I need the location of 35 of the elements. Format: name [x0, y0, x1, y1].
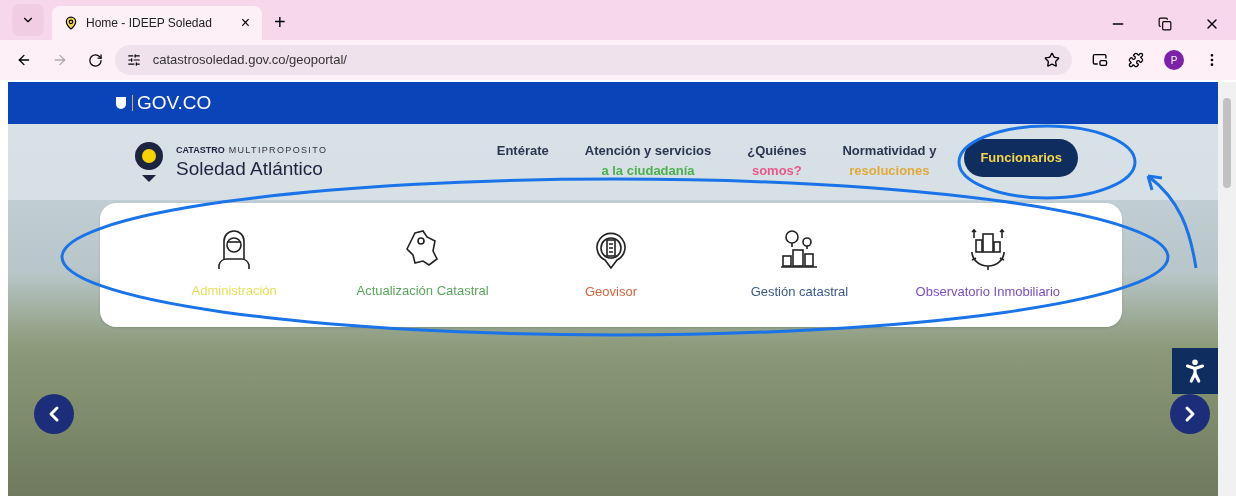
close-tab[interactable]: ×: [240, 11, 250, 35]
menu-item[interactable]: Geovisor: [516, 228, 706, 302]
nav-link[interactable]: Atención y servicios a la ciudadanía: [584, 141, 712, 181]
tab-title: Home - IDEEP Soledad: [86, 15, 213, 32]
address-bar[interactable]: catastrosoledad.gov.co/geoportal/: [114, 45, 1073, 75]
brand-bold-text: CATASTRO: [176, 146, 225, 155]
url-text: catastrosoledad.gov.co/geoportal/: [152, 51, 348, 70]
picture-in-picture-icon[interactable]: [1092, 52, 1109, 68]
reload-icon[interactable]: [87, 52, 103, 68]
pin-icon: [64, 16, 78, 30]
previous-slide-button[interactable]: [34, 394, 74, 434]
bookmark-star-icon[interactable]: [1044, 52, 1061, 68]
brand-light-text: MULTIPROPOSITO: [228, 146, 328, 155]
menu-item[interactable]: Observatorio Inmobiliario: [893, 228, 1083, 302]
site-settings-icon[interactable]: [126, 53, 141, 67]
browser-tab[interactable]: Home - IDEEP Soledad ×: [52, 6, 262, 40]
next-slide-button[interactable]: [1170, 394, 1210, 434]
scrollbar[interactable]: [1218, 82, 1236, 496]
woman-icon: [216, 229, 253, 270]
nav-link[interactable]: Normatividad y resoluciones: [842, 141, 937, 181]
profile-avatar[interactable]: P: [1164, 50, 1185, 70]
new-tab-button[interactable]: +: [274, 12, 286, 32]
location-pin-logo-icon: [134, 141, 164, 183]
nav-link[interactable]: ¿Quiénes somos?: [747, 141, 807, 181]
staff-button[interactable]: Funcionarios: [964, 139, 1078, 177]
accessibility-button[interactable]: [1172, 348, 1218, 394]
menu-item[interactable]: Gestión catastral: [705, 228, 894, 302]
back-icon[interactable]: [16, 52, 32, 68]
brand-name: Soledad Atlántico: [176, 159, 324, 178]
coat-of-arms-icon: [114, 95, 128, 111]
city-pins-icon: [779, 228, 820, 271]
gov-logo-text[interactable]: GOV.CO: [137, 88, 212, 118]
restore-icon[interactable]: [1158, 17, 1172, 31]
nav-link[interactable]: Entérate: [496, 141, 549, 161]
extensions-icon[interactable]: [1128, 52, 1145, 68]
